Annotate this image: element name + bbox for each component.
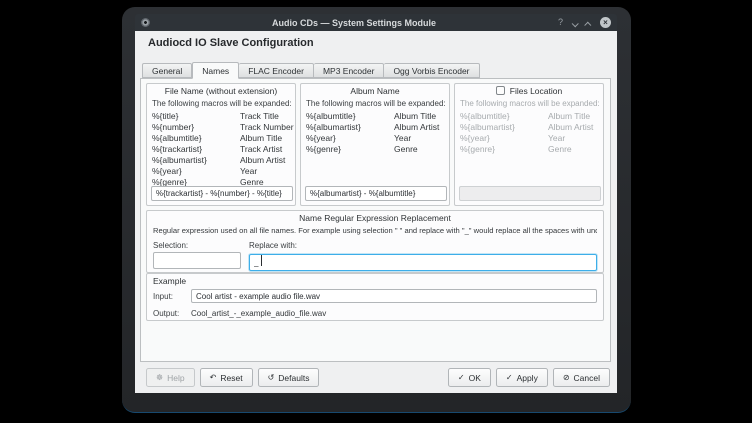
example-input-label: Input: [153,292,173,301]
tab-bar: General Names FLAC Encoder MP3 Encoder O… [142,61,480,78]
macro-hint: The following macros will be expanded: [460,99,600,108]
macro-row: %{genre}Genre [460,144,598,155]
example-output-label: Output: [153,309,179,318]
replace-with-field [249,252,597,269]
group-title: Example [153,276,603,286]
unshade-button[interactable] [586,14,591,32]
tab-flac-encoder[interactable]: FLAC Encoder [239,63,314,78]
macro-row: %{year}Year [152,166,290,177]
tab-pane: File Name (without extension) The follow… [140,78,611,362]
defaults-button[interactable]: ↺Defaults [258,368,320,387]
macro-row: %{number}Track Number [152,122,290,133]
macro-hint: The following macros will be expanded: [152,99,292,108]
cancel-icon: ⊘ [563,374,570,382]
macro-row: %{title}Track Title [152,111,290,122]
macro-hint: The following macros will be expanded: [306,99,446,108]
audio-cd-icon [141,18,150,27]
macro-row: %{albumartist}Album Artist [460,122,598,133]
macro-row: %{albumtitle}Album Title [460,111,598,122]
tab-ogg-vorbis-encoder[interactable]: Ogg Vorbis Encoder [384,63,479,78]
tab-names[interactable]: Names [192,62,239,79]
macro-row: %{year}Year [460,133,598,144]
regex-description: Regular expression used on all file name… [153,226,597,235]
tab-mp3-encoder[interactable]: MP3 Encoder [314,63,385,78]
titlebar-help-button[interactable]: ? [558,17,563,28]
album-name-group: Album Name The following macros will be … [300,83,450,206]
macro-list: %{title}Track Title %{number}Track Numbe… [152,111,290,188]
chevron-down-icon [572,20,579,27]
group-title: Album Name [301,86,449,96]
window-title: Audio CDs — System Settings Module [150,18,558,28]
macro-row: %{genre}Genre [306,144,444,155]
reset-button[interactable]: ↶Reset [200,368,253,387]
reset-icon: ↶ [210,374,217,382]
defaults-icon: ↺ [268,374,275,382]
shade-button[interactable] [572,14,577,32]
chevron-up-icon [584,21,591,28]
group-title: Name Regular Expression Replacement [147,213,603,223]
apply-button[interactable]: ✓Apply [496,368,548,387]
macro-row: %{trackartist}Track Artist [152,144,290,155]
check-icon: ✓ [458,374,465,382]
settings-window: Audio CDs — System Settings Module ? × A… [135,14,617,393]
titlebar[interactable]: Audio CDs — System Settings Module ? × [135,14,617,31]
example-group: Example Input: Output: Cool_artist_-_exa… [146,273,604,321]
macro-list: %{albumtitle}Album Title %{albumartist}A… [460,111,598,155]
titlebar-controls: ? × [558,14,611,32]
album-name-pattern-input[interactable] [305,186,447,201]
group-title: Files Location [455,86,603,96]
selection-label: Selection: [153,241,188,250]
group-title: File Name (without extension) [147,86,295,96]
page-title: Audiocd IO Slave Configuration [148,37,314,49]
regex-replacement-group: Name Regular Expression Replacement Regu… [146,210,604,273]
macro-list: %{albumtitle}Album Title %{albumartist}A… [306,111,444,155]
footer-left-buttons: ☸Help ↶Reset ↺Defaults [146,368,319,387]
file-name-pattern-input[interactable] [151,186,293,201]
example-input[interactable] [191,289,597,303]
replace-with-input[interactable] [249,254,597,271]
help-button[interactable]: ☸Help [146,368,195,387]
cancel-button[interactable]: ⊘Cancel [553,368,610,387]
files-location-group: Files Location The following macros will… [454,83,604,206]
macro-row: %{albumtitle}Album Title [306,111,444,122]
footer-right-buttons: ✓OK ✓Apply ⊘Cancel [448,368,610,387]
text-cursor [261,255,262,266]
file-name-group: File Name (without extension) The follow… [146,83,296,206]
tab-general[interactable]: General [142,63,192,78]
files-location-pattern-input [459,186,601,201]
window-frame: Audio CDs — System Settings Module ? × A… [122,7,631,413]
check-icon: ✓ [506,374,513,382]
example-output-value: Cool_artist_-_example_audio_file.wav [191,309,326,318]
macro-row: %{albumtitle}Album Title [152,133,290,144]
macro-row: %{albumartist}Album Artist [306,122,444,133]
window-content: Audiocd IO Slave Configuration General N… [135,31,617,393]
ok-button[interactable]: ✓OK [448,368,491,387]
files-location-checkbox[interactable] [496,86,505,95]
macro-row: %{year}Year [306,133,444,144]
selection-input[interactable] [153,252,241,269]
close-button[interactable]: × [600,17,611,28]
close-icon: × [603,18,608,27]
replace-with-label: Replace with: [249,241,297,250]
help-icon: ☸ [156,374,163,382]
macro-row: %{albumartist}Album Artist [152,155,290,166]
